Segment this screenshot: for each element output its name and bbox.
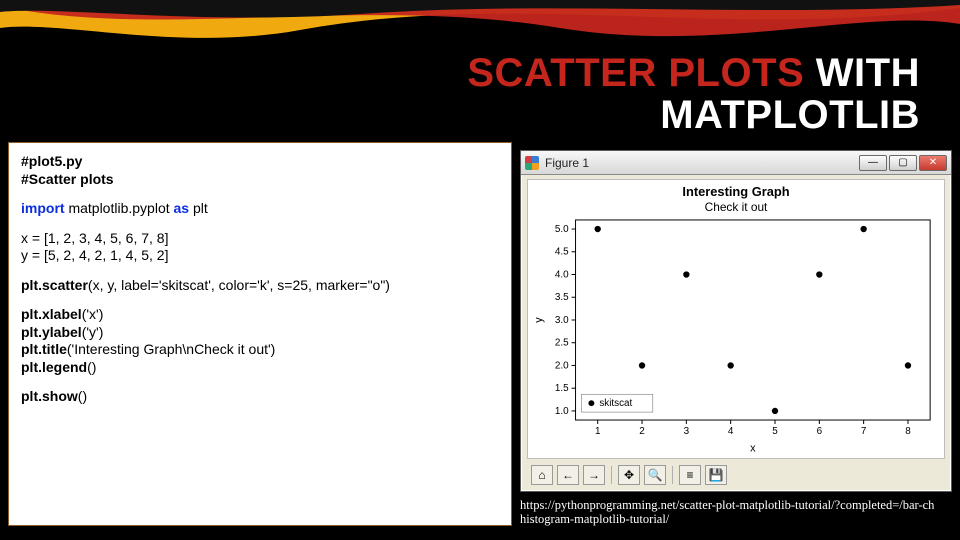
figure-toolbar: ⌂ ← → ✥ 🔍 ≡ 💾 xyxy=(527,463,945,487)
forward-icon[interactable]: → xyxy=(583,465,605,485)
slide-title-accent: SCATTER PLOTS xyxy=(467,51,804,95)
svg-text:2: 2 xyxy=(639,426,645,437)
code-args: (x, y, label='skitscat', color='k', s=25… xyxy=(88,277,390,293)
svg-text:1: 1 xyxy=(595,426,601,437)
code-args: ('Interesting Graph\nCheck it out') xyxy=(67,341,275,357)
figure-titlebar: Figure 1 — ▢ ✕ xyxy=(521,151,951,175)
save-icon[interactable]: 💾 xyxy=(705,465,727,485)
code-text: matplotlib.pyplot xyxy=(65,200,174,216)
svg-text:4: 4 xyxy=(728,426,734,437)
code-call: plt.xlabel xyxy=(21,306,82,322)
svg-text:5: 5 xyxy=(772,426,778,437)
svg-text:2.0: 2.0 xyxy=(555,360,569,371)
code-args: () xyxy=(78,388,87,404)
back-icon[interactable]: ← xyxy=(557,465,579,485)
code-keyword-import: import xyxy=(21,200,65,216)
code-block: #plot5.py #Scatter plots import matplotl… xyxy=(8,142,512,526)
svg-text:3.0: 3.0 xyxy=(555,315,569,326)
close-button[interactable]: ✕ xyxy=(919,155,947,171)
pan-icon[interactable]: ✥ xyxy=(618,465,640,485)
svg-text:4.5: 4.5 xyxy=(555,247,569,258)
slide-title: SCATTER PLOTS WITH MATPLOTLIB xyxy=(400,52,920,136)
code-comment: #plot5.py xyxy=(21,153,82,169)
code-keyword-as: as xyxy=(174,200,190,216)
app-icon xyxy=(525,156,539,170)
zoom-icon[interactable]: 🔍 xyxy=(644,465,666,485)
svg-text:skitscat: skitscat xyxy=(599,398,632,409)
citation: https://pythonprogramming.net/scatter-pl… xyxy=(520,498,956,527)
svg-text:5.0: 5.0 xyxy=(555,224,569,235)
minimize-button[interactable]: — xyxy=(859,155,887,171)
svg-text:Interesting Graph: Interesting Graph xyxy=(682,184,789,199)
toolbar-separator xyxy=(611,466,612,484)
home-icon[interactable]: ⌂ xyxy=(531,465,553,485)
svg-text:y: y xyxy=(533,317,545,323)
citation-line: https://pythonprogramming.net/scatter-pl… xyxy=(520,498,956,512)
code-call: plt.title xyxy=(21,341,67,357)
svg-text:1.5: 1.5 xyxy=(555,383,569,394)
svg-text:x: x xyxy=(750,443,756,455)
svg-text:8: 8 xyxy=(905,426,911,437)
svg-text:4.0: 4.0 xyxy=(555,269,569,280)
code-text: plt xyxy=(189,200,208,216)
code-call: plt.scatter xyxy=(21,277,88,293)
plot-canvas: Interesting GraphCheck it out 1 2 3 4 5 6 7 8 x 1.… xyxy=(527,179,945,459)
code-args: ('y') xyxy=(82,324,104,340)
svg-text:1.0: 1.0 xyxy=(555,406,569,417)
subplots-icon[interactable]: ≡ xyxy=(679,465,701,485)
figure-title: Figure 1 xyxy=(545,156,853,170)
svg-text:3.5: 3.5 xyxy=(555,292,569,303)
svg-text:3: 3 xyxy=(684,426,690,437)
toolbar-separator xyxy=(672,466,673,484)
svg-text:2.5: 2.5 xyxy=(555,338,569,349)
code-comment: #Scatter plots xyxy=(21,171,114,187)
svg-text:7: 7 xyxy=(861,426,867,437)
code-call: plt.show xyxy=(21,388,78,404)
code-call: plt.ylabel xyxy=(21,324,82,340)
maximize-button[interactable]: ▢ xyxy=(889,155,917,171)
svg-text:Check it out: Check it out xyxy=(705,200,768,214)
code-call: plt.legend xyxy=(21,359,87,375)
code-line: x = [1, 2, 3, 4, 5, 6, 7, 8] xyxy=(21,230,499,248)
code-args: ('x') xyxy=(82,306,104,322)
code-line: y = [5, 2, 4, 2, 1, 4, 5, 2] xyxy=(21,247,499,265)
figure-window: Figure 1 — ▢ ✕ Interesting GraphCheck it… xyxy=(520,150,952,492)
code-args: () xyxy=(87,359,96,375)
svg-text:6: 6 xyxy=(817,426,823,437)
citation-line: histogram-matplotlib-tutorial/ xyxy=(520,512,956,526)
